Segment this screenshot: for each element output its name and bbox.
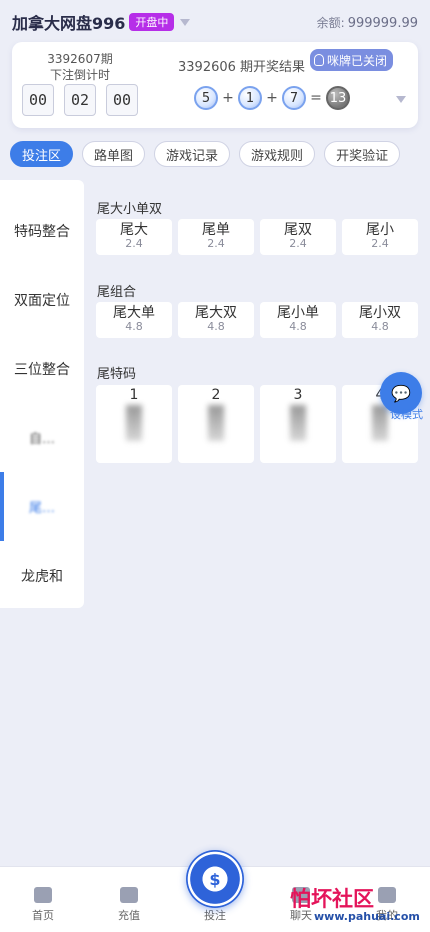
- bet-option-name: 尾大单: [113, 305, 155, 321]
- digit-option[interactable]: 1: [96, 385, 172, 463]
- tab-game-records[interactable]: 游戏记录: [154, 141, 231, 167]
- expand-history-chevron-icon[interactable]: [396, 96, 406, 103]
- sidebar-item-tail[interactable]: 尾…: [0, 472, 84, 541]
- timer-minutes: 02: [64, 84, 96, 116]
- game-switch-chevron-icon[interactable]: [180, 18, 191, 26]
- result-ball: 5: [194, 86, 218, 110]
- sidebar-item-blurred-4[interactable]: 自…: [0, 403, 84, 472]
- bet-option-odds: 4.8: [125, 320, 143, 333]
- tab-bar: 投注区 路单图 游戏记录 游戏规则 开奖验证: [10, 141, 401, 167]
- balance-label: 余额:: [316, 15, 345, 30]
- timer-seconds: 00: [106, 84, 138, 116]
- user-icon: [378, 887, 396, 903]
- bet-option-odds: 2.4: [207, 237, 225, 250]
- bet-option[interactable]: 尾单 2.4: [178, 219, 254, 255]
- sidebar-item-label: 自…: [28, 432, 55, 447]
- bet-option[interactable]: 尾大双 4.8: [178, 302, 254, 338]
- balance: 余额: 999999.99: [317, 14, 418, 31]
- bet-option[interactable]: 尾大单 4.8: [96, 302, 172, 338]
- balance-value: 999999.99: [347, 15, 418, 31]
- countdown-timer: 00 02 00: [22, 84, 138, 116]
- bet-option-odds: 2.4: [125, 237, 143, 250]
- chip-icon: $: [209, 869, 221, 889]
- blurred-image: [372, 405, 388, 441]
- tabbar-label: 投注: [204, 909, 226, 922]
- sidebar-item-label: 三位整合: [14, 361, 70, 378]
- sidebar-item-special-code[interactable]: 特码整合: [0, 196, 84, 265]
- result-ball: 1: [238, 86, 262, 110]
- sidebar-item-label: 尾…: [28, 501, 55, 516]
- chat-bubble-icon: 💬: [391, 383, 411, 403]
- ticket-icon: [120, 887, 138, 903]
- tabbar-label: 充值: [118, 909, 140, 922]
- bet-option-odds: 2.4: [289, 237, 307, 250]
- result-sum-ball: 13: [326, 86, 350, 110]
- bet-option[interactable]: 尾小 2.4: [342, 219, 418, 255]
- draw-info-card: 3392607期 下注倒计时 00 02 00 3392606 期开奖结果 咪牌…: [12, 42, 418, 128]
- tab-betting[interactable]: 投注区: [10, 141, 74, 167]
- tab-road-map[interactable]: 路单图: [82, 141, 146, 167]
- digit-option-number: 3: [293, 387, 303, 403]
- sidebar-item-label: 特码整合: [14, 223, 70, 240]
- bet-option-name: 尾双: [284, 222, 312, 238]
- digit-option[interactable]: 3: [260, 385, 336, 463]
- header-bar: 加拿大网盘996 开盘中 余额: 999999.99: [0, 0, 430, 44]
- section-title-tail-digit: 尾特码: [97, 367, 137, 382]
- status-badge: 开盘中: [129, 13, 175, 31]
- blurred-image: [290, 405, 306, 441]
- bet-option-name: 尾小单: [277, 305, 319, 321]
- blurred-image: [208, 405, 224, 441]
- bet-option[interactable]: 尾小双 4.8: [342, 302, 418, 338]
- tab-game-rules[interactable]: 游戏规则: [239, 141, 316, 167]
- plus-sign: +: [222, 90, 234, 106]
- equals-sign: =: [310, 90, 322, 106]
- category-sidebar: 特码整合 双面定位 三位整合 自… 尾… 龙虎和: [0, 180, 84, 608]
- bet-option-odds: 4.8: [371, 320, 389, 333]
- bet-option-name: 尾小: [366, 222, 394, 238]
- plus-sign: +: [266, 90, 278, 106]
- bet-option-name: 尾大双: [195, 305, 237, 321]
- sidebar-item-dragon-tiger[interactable]: 龙虎和: [0, 541, 84, 610]
- blurred-image: [126, 405, 142, 441]
- bet-option-name: 尾大: [120, 222, 148, 238]
- home-icon: [34, 887, 52, 903]
- bet-option[interactable]: 尾大 2.4: [96, 219, 172, 255]
- game-title: 加拿大网盘996: [12, 14, 126, 33]
- squeeze-button-label: 咪牌已关闭: [327, 53, 388, 68]
- bet-option[interactable]: 尾小单 4.8: [260, 302, 336, 338]
- digit-option[interactable]: 2: [178, 385, 254, 463]
- mode-label: 设模式: [390, 408, 423, 421]
- current-period: 3392607期: [47, 52, 113, 66]
- tab-draw-verify[interactable]: 开奖验证: [324, 141, 401, 167]
- countdown-label: 下注倒计时: [49, 68, 110, 82]
- timer-hours: 00: [22, 84, 54, 116]
- result-balls: 5 + 1 + 7 = 13: [194, 86, 350, 110]
- bet-option-odds: 4.8: [207, 320, 225, 333]
- sidebar-item-three-digit[interactable]: 三位整合: [0, 334, 84, 403]
- section-title-big-small: 尾大小单双: [97, 202, 163, 217]
- bet-chip-button[interactable]: $: [186, 850, 244, 908]
- sidebar-item-label: 龙虎和: [21, 568, 63, 585]
- squeeze-toggle-button[interactable]: 咪牌已关闭: [310, 49, 394, 71]
- bulb-icon: [314, 54, 324, 66]
- last-result-title: 3392606 期开奖结果: [178, 60, 306, 75]
- tabbar-label: 首页: [32, 909, 54, 922]
- watermark-text: 怕坏社区: [290, 887, 374, 911]
- bet-option-name: 尾单: [202, 222, 230, 238]
- bet-option-odds: 4.8: [289, 320, 307, 333]
- tabbar-recharge[interactable]: 充值: [86, 867, 172, 932]
- bet-option-name: 尾小双: [359, 305, 401, 321]
- sidebar-item-double-position[interactable]: 双面定位: [0, 265, 84, 334]
- tabbar-home[interactable]: 首页: [0, 867, 86, 932]
- digit-option-number: 2: [211, 387, 221, 403]
- result-ball: 7: [282, 86, 306, 110]
- watermark-url: www.pahuai.com: [314, 910, 420, 923]
- section-title-combo: 尾组合: [97, 285, 137, 300]
- bet-option[interactable]: 尾双 2.4: [260, 219, 336, 255]
- sidebar-item-label: 双面定位: [14, 292, 70, 309]
- digit-option-number: 1: [129, 387, 139, 403]
- bet-option-odds: 2.4: [371, 237, 389, 250]
